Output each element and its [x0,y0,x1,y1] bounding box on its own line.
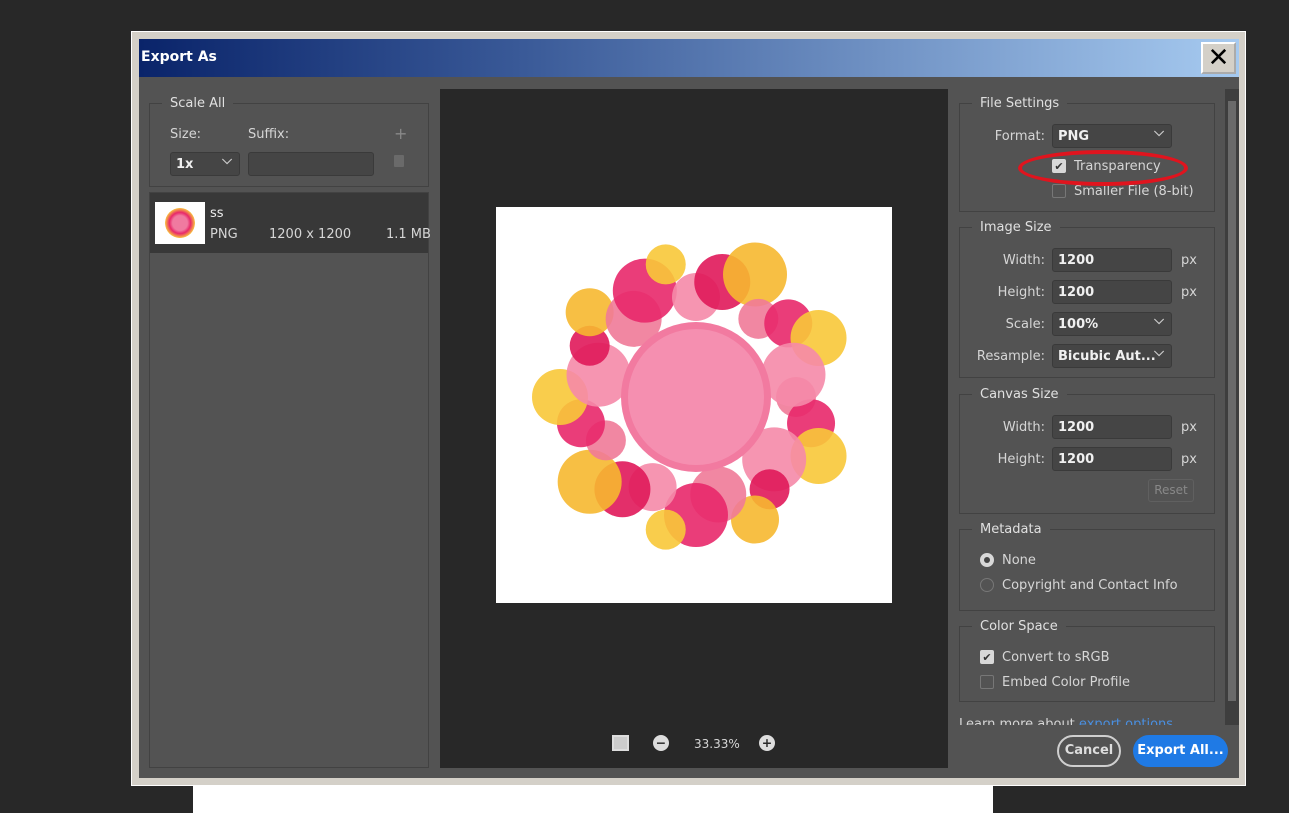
embed-profile-checkbox[interactable] [980,675,994,689]
flower-petal [761,342,826,407]
close-icon: ✕ [1207,43,1230,73]
metadata-copyright-label: Copyright and Contact Info [1002,578,1178,593]
canvas-size-title: Canvas Size [972,387,1067,402]
close-button[interactable]: ✕ [1201,42,1236,74]
canvas-height-input[interactable]: 1200 [1052,447,1172,471]
scrollbar-thumb[interactable] [1228,101,1236,701]
preview-image [496,207,892,603]
asset-thumbnail [155,202,205,244]
canvas-width-unit: px [1181,420,1197,435]
scale-label: Scale: [1005,317,1045,332]
annotation-ellipse [1018,150,1188,186]
asset-filesize: 1.1 MB [386,227,431,242]
canvas-height-unit: px [1181,452,1197,467]
add-icon[interactable]: + [394,124,407,143]
metadata-group [959,529,1215,611]
zoom-in-icon[interactable]: + [759,735,775,751]
format-select[interactable]: PNG [1052,124,1172,148]
flower-petal [645,244,686,285]
canvas-height-label: Height: [997,452,1045,467]
dialog-title: Export As [141,49,217,65]
scale-select[interactable]: 100% [1052,312,1172,336]
learn-more-text: Learn more about [959,717,1075,725]
convert-srgb-label: Convert to sRGB [1002,650,1110,665]
resample-label: Resample: [976,349,1045,364]
reset-button[interactable]: Reset [1148,479,1194,502]
asset-name: ss [210,206,224,221]
width-unit: px [1181,253,1197,268]
fit-view-icon[interactable] [612,735,629,751]
file-settings-title: File Settings [972,96,1068,111]
resample-select[interactable]: Bicubic Aut... [1052,344,1172,368]
height-label: Height: [997,285,1045,300]
metadata-copyright-radio[interactable] [980,578,994,592]
canvas-width-label: Width: [1002,420,1045,435]
smaller-file-label: Smaller File (8-bit) [1074,184,1194,199]
suffix-label: Suffix: [248,127,290,142]
size-label: Size: [170,127,202,142]
image-width-input[interactable]: 1200 [1052,248,1172,272]
smaller-file-checkbox[interactable] [1052,184,1066,198]
export-all-button[interactable]: Export All... [1133,735,1228,767]
export-options-link[interactable]: export options [1079,717,1173,725]
scale-all-label: Scale All [162,96,234,111]
canvas-width-input[interactable]: 1200 [1052,415,1172,439]
embed-profile-label: Embed Color Profile [1002,675,1131,690]
flower-petal [645,509,686,550]
height-unit: px [1181,285,1197,300]
asset-list [149,192,429,768]
image-height-input[interactable]: 1200 [1052,280,1172,304]
trash-icon[interactable] [394,155,404,167]
metadata-none-radio[interactable] [980,553,994,567]
size-select[interactable]: 1x [170,152,240,176]
learn-more: Learn more about export options [959,714,1224,725]
image-size-title: Image Size [972,220,1060,235]
title-bar [139,39,1239,77]
metadata-none-label: None [1002,553,1036,568]
suffix-input[interactable] [248,152,374,176]
color-space-title: Color Space [972,619,1066,634]
flower-petal [723,242,788,307]
scrollbar[interactable] [1225,89,1239,725]
asset-format: PNG [210,227,238,242]
metadata-title: Metadata [972,522,1050,537]
zoom-level: 33.33% [694,737,740,751]
asset-dimensions: 1200 x 1200 [269,227,352,242]
format-label: Format: [994,129,1045,144]
background-document [193,786,993,813]
width-label: Width: [1002,253,1045,268]
cancel-button[interactable]: Cancel [1057,735,1121,767]
zoom-out-icon[interactable]: − [653,735,669,751]
convert-srgb-checkbox[interactable]: ✔ [980,650,994,664]
